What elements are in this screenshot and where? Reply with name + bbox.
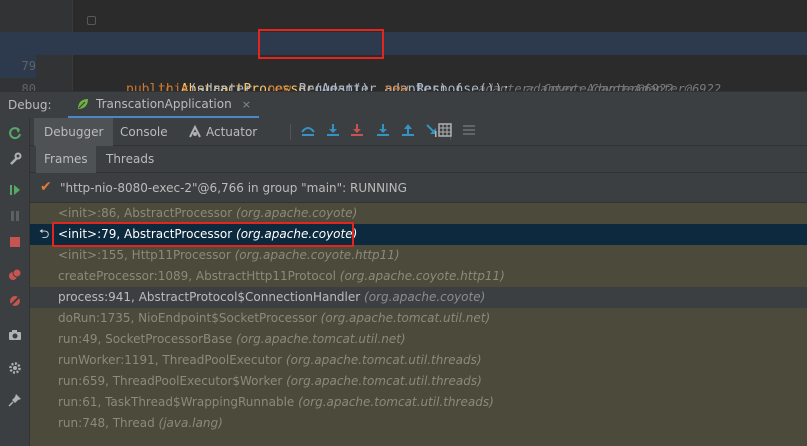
frames-list[interactable]: <init>:86, AbstractProcessor (org.apache… — [30, 203, 807, 446]
frame-package: (org.apache.tomcat.util.threads) — [298, 395, 494, 409]
pin-icon[interactable] — [6, 391, 24, 409]
trace-current-stream-icon[interactable] — [460, 123, 478, 141]
frame-package: (org.apache.coyote.http11) — [234, 248, 400, 262]
settings-gear-icon[interactable] — [6, 359, 24, 377]
frame-method: runWorker:1191, ThreadPoolExecutor — [58, 353, 283, 367]
frame-method: <init>:155, Http11Processor — [58, 248, 231, 262]
resume-icon[interactable] — [6, 181, 24, 199]
force-step-into-icon[interactable] — [374, 123, 392, 141]
frame-method: doRun:1735, NioEndpoint$SocketProcessor — [58, 311, 317, 325]
code-line-81[interactable]: 81 — [0, 78, 807, 91]
frame-row[interactable]: run:61, TaskThread$WrappingRunnable (org… — [30, 392, 807, 413]
tab-actuator[interactable]: Actuator — [180, 118, 267, 146]
frame-method: run:659, ThreadPoolExecutor$Worker — [58, 374, 283, 388]
thread-selector[interactable]: ✔ "http-nio-8080-exec-2"@6,766 in group … — [30, 173, 807, 203]
frame-method: run:748, Thread — [58, 416, 155, 430]
frame-package: (org.apache.tomcat.util.net) — [236, 332, 406, 346]
frame-package: (org.apache.coyote) — [236, 206, 358, 220]
step-over-icon[interactable] — [324, 123, 342, 141]
highlight-box-new-request — [258, 29, 384, 59]
camera-icon[interactable] — [6, 326, 24, 344]
run-config-tab[interactable]: TranscationApplication × — [68, 92, 259, 119]
frame-method: <init>:86, AbstractProcessor — [58, 206, 233, 220]
frame-package: (org.apache.tomcat.util.net) — [320, 311, 491, 325]
tab-frames[interactable]: Frames — [36, 146, 96, 173]
code-editor[interactable]: 78 public AbstractProcessor(Adapter adap… — [0, 0, 807, 91]
fold-marker-icon[interactable] — [87, 16, 96, 25]
rerun-icon[interactable] — [6, 124, 24, 142]
frame-row[interactable]: run:659, ThreadPoolExecutor$Worker (org.… — [30, 371, 807, 392]
frame-method: createProcessor:1089, AbstractHttp11Prot… — [58, 269, 336, 283]
run-config-name: TranscationApplication — [96, 97, 232, 111]
frame-row[interactable]: <init>:155, Http11Processor (org.apache.… — [30, 245, 807, 266]
debug-label: Debug: — [8, 98, 52, 112]
frame-method: run:61, TaskThread$WrappingRunnable — [58, 395, 295, 409]
debug-titlebar: Debug: TranscationApplication × — [0, 91, 807, 119]
thread-name: "http-nio-8080-exec-2"@6,766 in group "m… — [60, 181, 407, 195]
frame-row[interactable]: runWorker:1191, ThreadPoolExecutor (org.… — [30, 350, 807, 371]
code-line-79[interactable]: 79 this(adapter, new Request(), new Resp… — [0, 32, 807, 91]
highlight-box-selected-frame — [52, 222, 354, 247]
frame-method: run:49, SocketProcessorBase — [58, 332, 233, 346]
return-arrow-icon: ⮌ — [39, 227, 50, 242]
pause-icon[interactable] — [6, 207, 24, 225]
frame-method: process:941, AbstractProtocol$Connection… — [58, 290, 361, 304]
frames-threads-tabs: Frames Threads — [30, 146, 807, 173]
frame-package: (org.apache.coyote.http11) — [339, 269, 505, 283]
code-line-78[interactable]: 78 public AbstractProcessor(Adapter adap… — [0, 9, 807, 91]
frame-row[interactable]: <init>:86, AbstractProcessor (org.apache… — [30, 203, 807, 224]
tab-threads[interactable]: Threads — [98, 146, 162, 173]
frame-row[interactable]: process:941, AbstractProtocol$Connection… — [30, 287, 807, 308]
frame-row[interactable]: doRun:1735, NioEndpoint$SocketProcessor … — [30, 308, 807, 329]
view-breakpoints-icon[interactable] — [6, 266, 24, 284]
step-out-icon[interactable] — [399, 123, 417, 141]
show-execution-point-icon[interactable] — [299, 123, 317, 141]
mute-breakpoints-icon[interactable] — [6, 292, 24, 310]
code-line-80[interactable]: 80 } — [0, 55, 807, 91]
frame-package: (org.apache.coyote) — [364, 290, 486, 304]
settings-wrench-icon[interactable] — [6, 150, 24, 168]
frame-package: (java.lang) — [158, 416, 223, 430]
actuator-icon — [189, 125, 201, 138]
debug-toolbar: Debugger Console Actuator — [30, 118, 807, 146]
tab-debugger[interactable]: Debugger — [34, 118, 114, 146]
frame-package: (org.apache.tomcat.util.threads) — [285, 353, 482, 367]
frame-row[interactable]: createProcessor:1089, AbstractHttp11Prot… — [30, 266, 807, 287]
frame-package: (org.apache.tomcat.util.threads) — [286, 374, 482, 388]
step-into-icon[interactable] — [348, 123, 366, 141]
toolbar-divider — [290, 124, 291, 140]
stop-icon[interactable] — [6, 233, 24, 251]
tab-console[interactable]: Console — [110, 118, 178, 146]
evaluate-expression-icon[interactable] — [436, 123, 454, 141]
frame-row[interactable]: run:748, Thread (java.lang) — [30, 413, 807, 434]
spring-leaf-icon — [78, 99, 88, 109]
frame-row[interactable]: run:49, SocketProcessorBase (org.apache.… — [30, 329, 807, 350]
debug-side-toolbar — [0, 118, 30, 446]
tab-actuator-label: Actuator — [206, 125, 258, 139]
close-icon[interactable]: × — [242, 98, 251, 111]
check-icon: ✔ — [40, 179, 52, 195]
